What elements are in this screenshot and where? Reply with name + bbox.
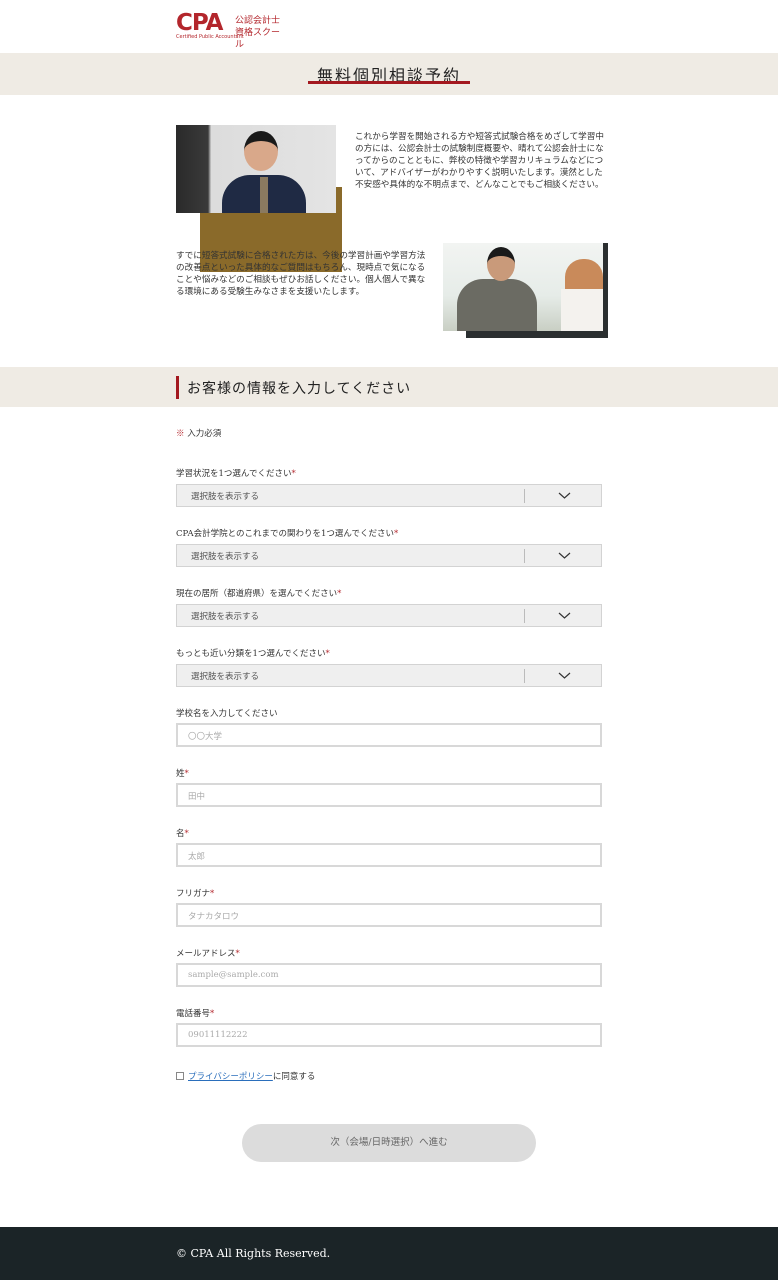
school-placeholder: 〇〇大学 xyxy=(188,732,223,742)
privacy-policy-link[interactable]: プライバシーポリシー xyxy=(188,1072,273,1082)
furigana-placeholder: タナカタロウ xyxy=(188,912,240,922)
field-label-text: 現在の居所（都道府県）を選んでください xyxy=(176,589,338,599)
furigana-input[interactable]: タナカタロウ xyxy=(176,903,602,927)
required-note-text: 入力必須 xyxy=(187,429,222,439)
first-name-label: 名* xyxy=(176,827,189,839)
phone-placeholder: 09011112222 xyxy=(188,1030,248,1040)
section-accent-bar xyxy=(176,376,179,399)
phone-label: 電話番号* xyxy=(176,1007,214,1019)
required-note: ※ 入力必須 xyxy=(176,427,221,439)
site-header: CPA Certified Public Accountant 公認会計士 資格… xyxy=(0,0,778,53)
required-star: * xyxy=(210,889,215,899)
required-star: * xyxy=(337,589,342,599)
cpa-logo[interactable]: CPA Certified Public Accountant 公認会計士 資格… xyxy=(176,10,286,51)
customer-form: ※ 入力必須 学習状況を1つ選んでください* 選択肢を表示する CPA会計学院と… xyxy=(0,407,778,1227)
chevron-down-icon xyxy=(558,612,571,619)
required-star: * xyxy=(184,769,189,779)
logo-text: 公認会計士 資格スクール xyxy=(235,15,286,51)
field-label-text: フリガナ xyxy=(176,889,211,899)
relationship-label: CPA会計学院とのこれまでの関わりを1つ選んでください* xyxy=(176,527,398,539)
agree-text: に同意する xyxy=(272,1072,316,1082)
last-name-label: 姓* xyxy=(176,767,189,779)
required-mark: ※ xyxy=(176,429,185,439)
field-label-text: もっとも近い分類を1つ選んでください xyxy=(176,649,326,659)
logo-line1: 公認会計士 xyxy=(235,16,281,26)
logo-subtitle: Certified Public Accountant xyxy=(176,34,244,40)
chevron-down-icon xyxy=(558,492,571,499)
furigana-label: フリガナ* xyxy=(176,887,214,899)
required-star: * xyxy=(393,529,399,539)
email-label: メールアドレス* xyxy=(176,947,240,959)
chevron-down-icon xyxy=(558,672,571,679)
category-select[interactable]: 選択肢を表示する xyxy=(176,664,602,687)
advisor-photo xyxy=(176,125,336,213)
advisor-figure xyxy=(457,279,537,331)
email-placeholder: sample@sample.com xyxy=(188,970,279,980)
email-input[interactable]: sample@sample.com xyxy=(176,963,602,987)
section-band: お客様の情報を入力してください xyxy=(0,367,778,407)
prefecture-select[interactable]: 選択肢を表示する xyxy=(176,604,602,627)
logo-line2: 資格スクール xyxy=(235,28,281,50)
student-shirt xyxy=(561,289,603,331)
privacy-agreement: プライバシーポリシーに同意する xyxy=(176,1070,315,1082)
next-button[interactable]: 次（会場/日時選択）へ進む xyxy=(242,1124,536,1162)
first-name-input[interactable]: 太郎 xyxy=(176,843,602,867)
field-label-text: 姓 xyxy=(176,769,185,779)
field-label-text: メールアドレス xyxy=(176,949,236,959)
intro-section: これから学習を開始される方や短答式試験合格をめざして学習中の方には、公認会計士の… xyxy=(0,95,778,367)
prefecture-label: 現在の居所（都道府県）を選んでください* xyxy=(176,587,341,599)
last-name-placeholder: 田中 xyxy=(188,792,206,802)
consultation-photo xyxy=(443,243,603,331)
field-label-text: 学習状況を1つ選んでください xyxy=(176,469,292,479)
site-footer: © CPA All Rights Reserved. xyxy=(0,1227,778,1280)
select-value: 選択肢を表示する xyxy=(191,672,260,682)
required-star: * xyxy=(210,1009,215,1019)
required-star: * xyxy=(325,649,330,659)
copyright: © CPA All Rights Reserved. xyxy=(176,1247,331,1260)
category-label: もっとも近い分類を1つ選んでください* xyxy=(176,647,330,659)
logo-mark: CPA xyxy=(176,10,223,36)
chevron-down-icon xyxy=(558,552,571,559)
school-label: 学校名を入力してください xyxy=(176,709,278,719)
required-star: * xyxy=(235,949,240,959)
study-status-select[interactable]: 選択肢を表示する xyxy=(176,484,602,507)
select-value: 選択肢を表示する xyxy=(191,492,260,502)
relationship-select[interactable]: 選択肢を表示する xyxy=(176,544,602,567)
school-input[interactable]: 〇〇大学 xyxy=(176,723,602,747)
select-divider xyxy=(524,669,525,683)
last-name-input[interactable]: 田中 xyxy=(176,783,602,807)
select-divider xyxy=(524,609,525,623)
advisor-tie xyxy=(260,177,268,213)
select-value: 選択肢を表示する xyxy=(191,552,260,562)
field-label-text: 名 xyxy=(176,829,185,839)
advisor-head xyxy=(244,131,278,171)
title-underline xyxy=(308,81,470,84)
field-label-text: CPA会計学院とのこれまでの関わりを1つ選んでください xyxy=(176,529,394,539)
first-name-placeholder: 太郎 xyxy=(188,852,206,862)
select-divider xyxy=(524,489,525,503)
intro-paragraph-2: すでに短答式試験に合格された方は、今後の学習計画や学習方法の改善点といった具体的… xyxy=(176,251,426,297)
advisor-head xyxy=(487,247,515,281)
privacy-checkbox[interactable] xyxy=(176,1072,184,1080)
phone-input[interactable]: 09011112222 xyxy=(176,1023,602,1047)
title-band: 無料個別相談予約 xyxy=(0,53,778,95)
required-star: * xyxy=(184,829,189,839)
intro-paragraph-1: これから学習を開始される方や短答式試験合格をめざして学習中の方には、公認会計士の… xyxy=(355,132,604,190)
required-star: * xyxy=(291,469,296,479)
study-status-label: 学習状況を1つ選んでください* xyxy=(176,467,296,479)
select-value: 選択肢を表示する xyxy=(191,612,260,622)
section-title: お客様の情報を入力してください xyxy=(187,381,412,397)
select-divider xyxy=(524,549,525,563)
field-label-text: 電話番号 xyxy=(176,1009,211,1019)
